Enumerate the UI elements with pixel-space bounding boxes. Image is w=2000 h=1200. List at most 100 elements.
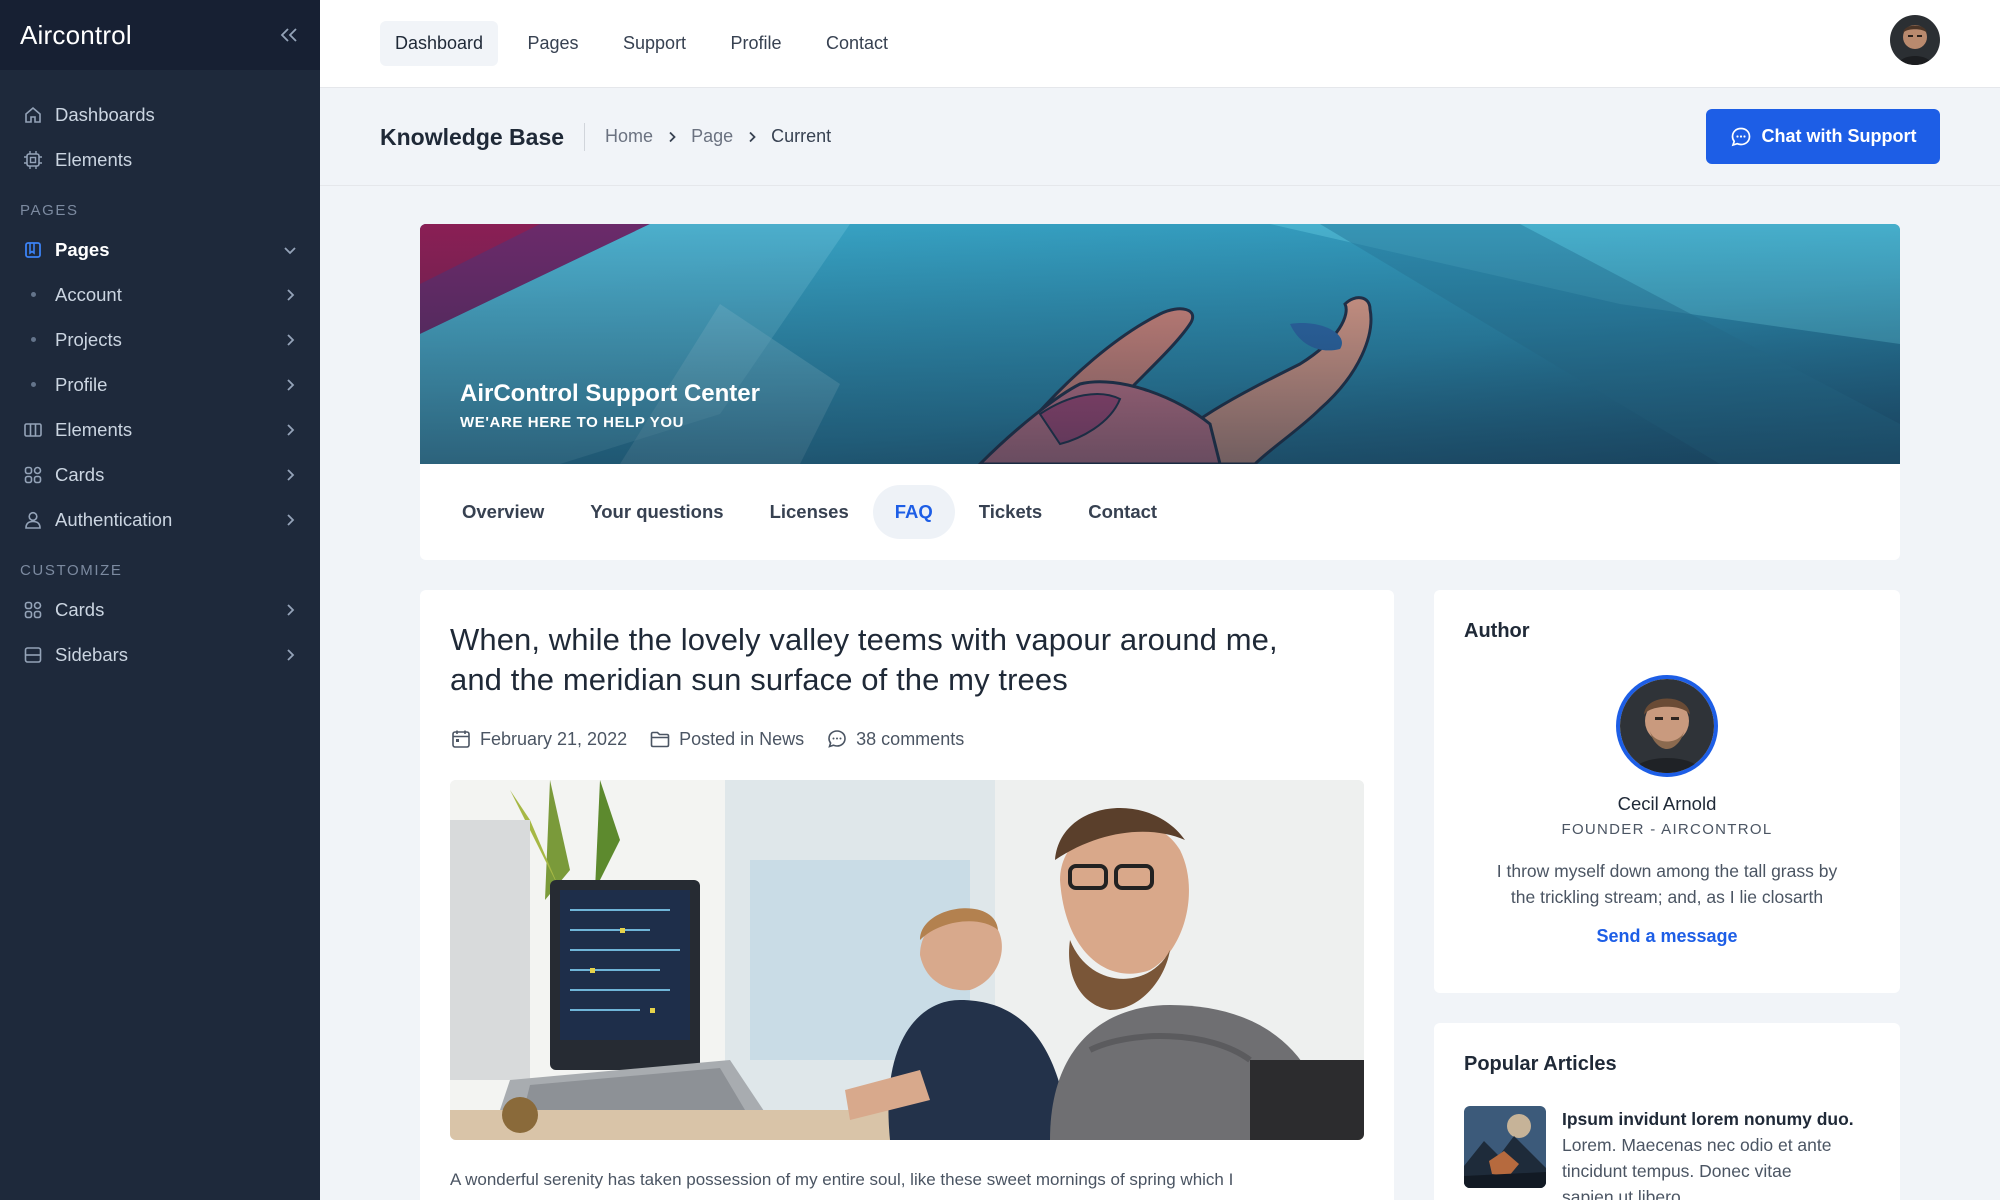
chevron-right-icon <box>282 377 298 393</box>
tab-contact[interactable]: Contact <box>1066 485 1179 539</box>
bullet-icon <box>30 337 36 342</box>
sidebar-section-pages: PAGES <box>20 202 79 219</box>
hero-text: AirControl Support Center WE'ARE HERE TO… <box>460 380 760 431</box>
chevron-right-icon <box>282 602 298 618</box>
sidebar-item-label: Sidebars <box>55 643 129 665</box>
book-icon <box>22 239 44 261</box>
chevron-right-icon <box>667 131 677 143</box>
author-bio-line: I throw myself down among the tall grass… <box>1496 861 1838 881</box>
author-bio: I throw myself down among the tall grass… <box>1464 858 1870 910</box>
topnav-contact[interactable]: Contact <box>811 21 903 66</box>
article-meta: February 21, 2022 Posted in News 38 comm… <box>450 728 1364 750</box>
author-name: Cecil Arnold <box>1617 793 1717 814</box>
bullet-icon <box>30 382 36 387</box>
chevron-down-icon <box>282 242 298 258</box>
topbar: Dashboard Pages Support Profile Contact <box>320 0 2000 88</box>
tab-your-questions[interactable]: Your questions <box>568 485 745 539</box>
chevron-right-icon <box>282 512 298 528</box>
sidebar-item-profile[interactable]: Profile <box>0 362 320 407</box>
topnav-support[interactable]: Support <box>608 21 701 66</box>
grid-icon <box>22 464 44 486</box>
sidebar-item-label: Elements <box>55 148 133 170</box>
sidebar-item-label: Cards <box>55 463 105 485</box>
user-icon <box>22 509 44 531</box>
sidebar-header: Aircontrol <box>0 0 320 70</box>
list-item[interactable]: Ipsum invidunt lorem nonumy duo. Lorem. … <box>1464 1106 1870 1200</box>
top-nav: Dashboard Pages Support Profile Contact <box>380 21 913 66</box>
author-bio-line: the trickling stream; and, as I lie clos… <box>1510 887 1824 907</box>
chat-with-support-button[interactable]: Chat with Support <box>1706 109 1940 164</box>
popular-article-excerpt: Lorem. Maecenas nec odio et ante <box>1562 1135 1832 1155</box>
chevron-right-icon <box>282 422 298 438</box>
sidebar-nav: Dashboards Elements PAGES Pages Account … <box>0 70 320 677</box>
chevron-right-icon <box>282 467 298 483</box>
sidebar-item-elements-2[interactable]: Elements <box>0 407 320 452</box>
breadcrumb-home[interactable]: Home <box>605 126 653 147</box>
sidebar-icon <box>22 644 44 666</box>
author-card-title: Author <box>1464 620 1530 642</box>
sidebar-item-cards[interactable]: Cards <box>0 452 320 497</box>
article-card: When, while the lovely valley teems with… <box>420 590 1394 1200</box>
collapse-sidebar-icon[interactable] <box>280 27 298 43</box>
page-subheader: Knowledge Base Home Page Current Chat wi… <box>320 88 2000 186</box>
tab-tickets[interactable]: Tickets <box>957 485 1064 539</box>
breadcrumb-page[interactable]: Page <box>691 126 733 147</box>
chip-icon <box>22 149 44 171</box>
author-role: FOUNDER - AIRCONTROL <box>1561 821 1773 838</box>
columns-icon <box>22 419 44 441</box>
sidebar-item-authentication[interactable]: Authentication <box>0 497 320 542</box>
chevron-right-icon <box>282 287 298 303</box>
home-icon <box>22 104 44 126</box>
topnav-profile[interactable]: Profile <box>716 21 797 66</box>
chevron-right-icon <box>282 332 298 348</box>
hero-subtitle: WE'ARE HERE TO HELP YOU <box>460 414 685 431</box>
sidebar-item-cards-2[interactable]: Cards <box>0 587 320 632</box>
article-body: A wonderful serenity has taken possessio… <box>450 1170 1234 1189</box>
sidebar-section-customize: CUSTOMIZE <box>20 562 123 579</box>
sidebar-item-label: Authentication <box>55 508 173 530</box>
article-date: February 21, 2022 <box>480 728 628 749</box>
bullet-icon <box>30 292 36 297</box>
article-title-line: When, while the lovely valley teems with… <box>450 622 1278 657</box>
popular-article-excerpt: sapien ut libero <box>1562 1187 1681 1200</box>
user-avatar[interactable] <box>1890 15 1940 65</box>
sidebar: Aircontrol Dashboards Elements PAGES Pag… <box>0 0 320 1200</box>
app-name: Aircontrol <box>20 19 132 50</box>
tab-licenses[interactable]: Licenses <box>748 485 871 539</box>
sidebar-item-projects[interactable]: Projects <box>0 317 320 362</box>
hero-title: AirControl Support Center <box>460 380 760 407</box>
author-card: Author Cecil Arnold FOUNDER - AIRCONTROL… <box>1434 590 1900 993</box>
sidebar-item-elements[interactable]: Elements <box>0 137 320 182</box>
breadcrumb-current: Current <box>771 126 832 146</box>
tab-faq[interactable]: FAQ <box>872 485 955 539</box>
calendar-icon <box>450 728 480 750</box>
sidebar-item-sidebars[interactable]: Sidebars <box>0 632 320 677</box>
popular-article-excerpt: tincidunt tempus. Donec vitae <box>1562 1161 1792 1181</box>
app-logo[interactable]: Aircontrol <box>20 20 132 51</box>
article-comments[interactable]: 38 comments <box>856 729 964 750</box>
topnav-pages[interactable]: Pages <box>513 21 594 66</box>
send-message-link[interactable]: Send a message <box>1596 926 1737 947</box>
article-category[interactable]: Posted in News <box>679 729 804 750</box>
page-title: Knowledge Base <box>380 122 586 151</box>
popular-article-title[interactable]: Ipsum invidunt lorem nonumy duo. <box>1562 1106 1854 1132</box>
topnav-dashboard[interactable]: Dashboard <box>380 21 499 66</box>
sidebar-item-pages[interactable]: Pages <box>0 227 320 272</box>
breadcrumb: Home Page Current <box>585 126 831 147</box>
grid-icon <box>22 599 44 621</box>
sidebar-item-label: Dashboards <box>55 103 155 125</box>
sidebar-item-label: Profile <box>55 373 108 395</box>
article-title-line: and the meridian sun surface of the my t… <box>450 662 1068 697</box>
article-title: When, while the lovely valley teems with… <box>450 620 1364 700</box>
sidebar-item-account[interactable]: Account <box>0 272 320 317</box>
hero-banner: AirControl Support Center WE'ARE HERE TO… <box>420 224 1900 464</box>
article-thumbnail <box>1464 1106 1546 1188</box>
sidebar-item-dashboards[interactable]: Dashboards <box>0 92 320 137</box>
folder-icon <box>649 728 679 750</box>
article-image <box>450 780 1364 1140</box>
tab-overview[interactable]: Overview <box>440 485 566 539</box>
chat-with-support-label: Chat with Support <box>1761 126 1917 146</box>
chevron-right-icon <box>747 131 757 143</box>
popular-article-text: Ipsum invidunt lorem nonumy duo. Lorem. … <box>1562 1106 1854 1200</box>
chat-bubble-icon <box>1730 126 1762 148</box>
